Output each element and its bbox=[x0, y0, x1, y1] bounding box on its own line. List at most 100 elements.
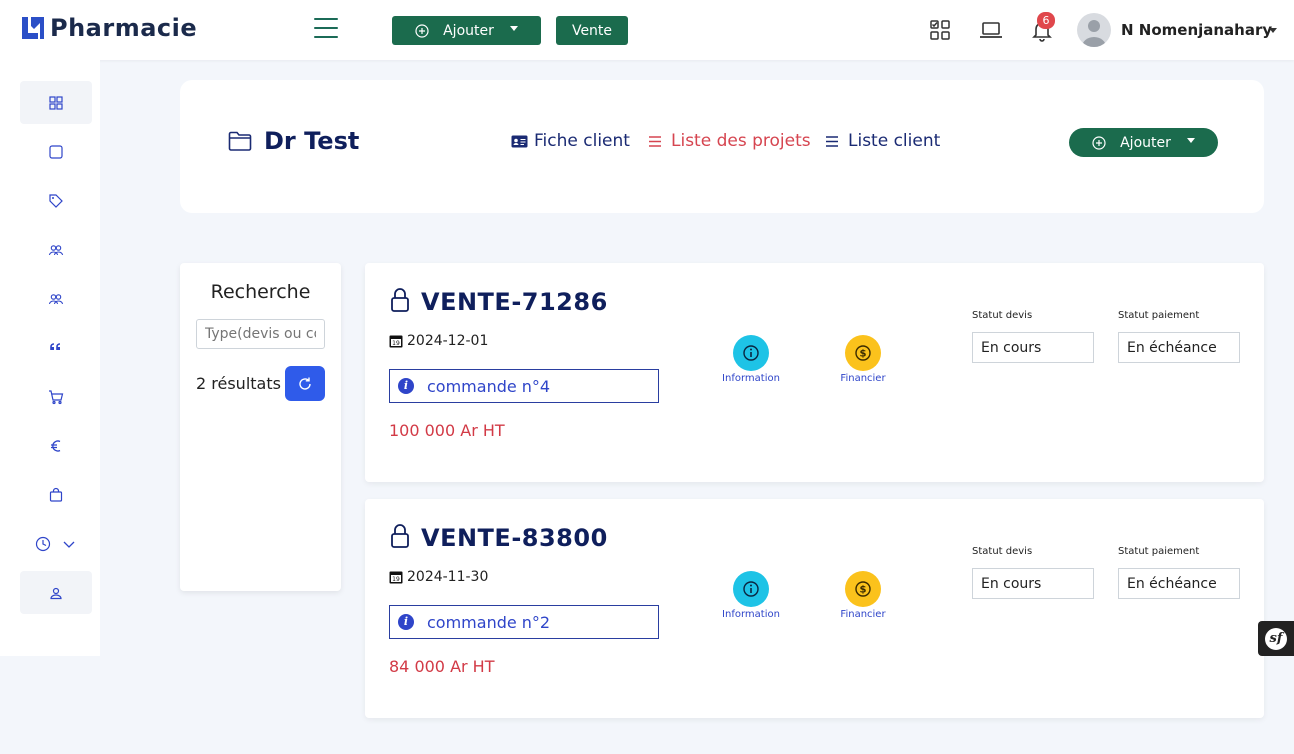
order-label: commande n°2 bbox=[427, 612, 551, 632]
sale-amount: 84 000 Ar HT bbox=[389, 657, 495, 676]
payment-status-label: Statut paiement bbox=[1118, 310, 1200, 321]
information-label: Information bbox=[722, 373, 780, 384]
bag-icon bbox=[49, 487, 63, 502]
info-circle-icon bbox=[743, 581, 759, 597]
euro-icon bbox=[51, 439, 61, 452]
sidebar-item-profile[interactable] bbox=[20, 571, 92, 614]
sale-card[interactable]: VENTE-83800 19 2024-11-30 i commande n°2… bbox=[365, 499, 1264, 718]
avatar[interactable] bbox=[1077, 13, 1111, 47]
debug-toolbar-toggle[interactable]: sf bbox=[1258, 621, 1294, 656]
sidebar-item-square[interactable] bbox=[20, 130, 92, 173]
financial-label: Financier bbox=[840, 373, 886, 384]
sidebar-item-team[interactable] bbox=[20, 277, 92, 320]
financial-label: Financier bbox=[840, 609, 886, 620]
brand[interactable]: Pharmacie bbox=[20, 14, 197, 42]
search-input[interactable] bbox=[196, 319, 325, 349]
order-link[interactable]: i commande n°4 bbox=[389, 369, 659, 403]
page-title: Dr Test bbox=[264, 127, 360, 155]
laptop-icon[interactable] bbox=[979, 18, 1003, 42]
sale-reference[interactable]: VENTE-71286 bbox=[421, 288, 608, 316]
add-button-label: Ajouter bbox=[443, 22, 494, 39]
user-menu-chevron-icon[interactable] bbox=[1269, 28, 1277, 33]
plus-circle-icon bbox=[1092, 135, 1106, 150]
brand-logo-icon bbox=[22, 17, 44, 39]
chevron-down-icon bbox=[1186, 138, 1195, 143]
menu-toggle-icon[interactable] bbox=[314, 18, 338, 40]
sidebar-item-shop[interactable] bbox=[20, 473, 92, 516]
notification-badge: 6 bbox=[1037, 12, 1055, 29]
grid-icon bbox=[49, 95, 63, 110]
sidebar-item-finance[interactable] bbox=[20, 424, 92, 467]
list-icon bbox=[649, 135, 661, 147]
sale-card[interactable]: VENTE-71286 19 2024-12-01 i commande n°4… bbox=[365, 263, 1264, 482]
user-name[interactable]: N Nomenjanahary bbox=[1121, 21, 1272, 39]
search-title: Recherche bbox=[210, 281, 311, 303]
payment-status-field[interactable]: En échéance bbox=[1118, 332, 1240, 363]
users-icon bbox=[48, 244, 64, 255]
sidebar-item-cart[interactable] bbox=[20, 375, 92, 418]
list-icon bbox=[826, 135, 838, 147]
svg-text:$: $ bbox=[860, 585, 867, 596]
refresh-icon bbox=[299, 377, 311, 390]
chevron-down-icon bbox=[63, 541, 75, 548]
sale-date: 2024-11-30 bbox=[407, 569, 489, 585]
tab-project-list-label: Liste des projets bbox=[671, 131, 811, 151]
top-navbar: Pharmacie Ajouter Vente 6 N Nomenjanahar… bbox=[0, 0, 1294, 60]
square-icon bbox=[49, 144, 63, 159]
svg-text:$: $ bbox=[860, 349, 867, 360]
sidebar-item-tags[interactable] bbox=[20, 179, 92, 222]
id-card-icon bbox=[511, 135, 528, 147]
sale-button[interactable]: Vente bbox=[556, 16, 628, 45]
quote-status-label: Statut devis bbox=[972, 546, 1033, 557]
add-project-label: Ajouter bbox=[1120, 134, 1171, 151]
lock-icon bbox=[391, 524, 409, 548]
sidebar-item-users[interactable] bbox=[20, 228, 92, 271]
sidebar-item-history[interactable] bbox=[20, 522, 92, 565]
information-button[interactable]: Information bbox=[706, 571, 796, 620]
refresh-button[interactable] bbox=[285, 366, 325, 401]
user-icon bbox=[50, 587, 62, 599]
financial-button[interactable]: $ Financier bbox=[818, 571, 908, 620]
tab-client-list[interactable]: Liste client bbox=[825, 131, 940, 151]
quote-status-field[interactable]: En cours bbox=[972, 568, 1094, 599]
sidebar-item-dashboard[interactable] bbox=[20, 81, 92, 124]
brand-name: Pharmacie bbox=[50, 14, 198, 42]
sale-reference[interactable]: VENTE-83800 bbox=[421, 524, 608, 552]
order-link[interactable]: i commande n°2 bbox=[389, 605, 659, 639]
sale-date: 2024-12-01 bbox=[407, 333, 489, 349]
team-icon bbox=[48, 293, 64, 304]
clock-icon bbox=[35, 536, 51, 551]
payment-status-field[interactable]: En échéance bbox=[1118, 568, 1240, 599]
tab-project-list[interactable]: Liste des projets bbox=[648, 131, 811, 151]
client-header-card: Dr Test Fiche client Liste des projets L… bbox=[180, 80, 1264, 213]
chevron-down-icon bbox=[509, 26, 518, 31]
info-circle-icon bbox=[743, 345, 759, 361]
user-avatar-icon bbox=[1082, 20, 1106, 47]
folder-icon bbox=[228, 131, 252, 151]
svg-text:19: 19 bbox=[392, 576, 400, 583]
search-panel: Recherche 2 résultats bbox=[180, 263, 341, 591]
result-count: 2 résultats bbox=[196, 374, 281, 393]
info-icon: i bbox=[398, 378, 414, 394]
info-icon: i bbox=[398, 614, 414, 630]
information-label: Information bbox=[722, 609, 780, 620]
financial-button[interactable]: $ Financier bbox=[818, 335, 908, 384]
calendar-icon: 19 bbox=[389, 335, 403, 348]
lock-icon bbox=[391, 288, 409, 312]
tab-client-card-label: Fiche client bbox=[534, 131, 630, 151]
svg-text:19: 19 bbox=[392, 340, 400, 347]
coin-icon: $ bbox=[855, 581, 871, 597]
quote-status-field[interactable]: En cours bbox=[972, 332, 1094, 363]
add-dropdown-button[interactable]: Ajouter bbox=[392, 16, 541, 45]
checklist-icon[interactable] bbox=[928, 18, 952, 42]
quote-status-label: Statut devis bbox=[972, 310, 1033, 321]
sidebar-item-quotes[interactable] bbox=[20, 326, 92, 369]
coin-icon: $ bbox=[855, 345, 871, 361]
sale-amount: 100 000 Ar HT bbox=[389, 421, 505, 440]
information-button[interactable]: Information bbox=[706, 335, 796, 384]
tab-client-card[interactable]: Fiche client bbox=[511, 131, 630, 151]
tag-icon bbox=[49, 193, 63, 208]
tab-client-list-label: Liste client bbox=[848, 131, 941, 151]
add-project-dropdown-button[interactable]: Ajouter bbox=[1069, 128, 1218, 157]
calendar-icon: 19 bbox=[389, 571, 403, 584]
